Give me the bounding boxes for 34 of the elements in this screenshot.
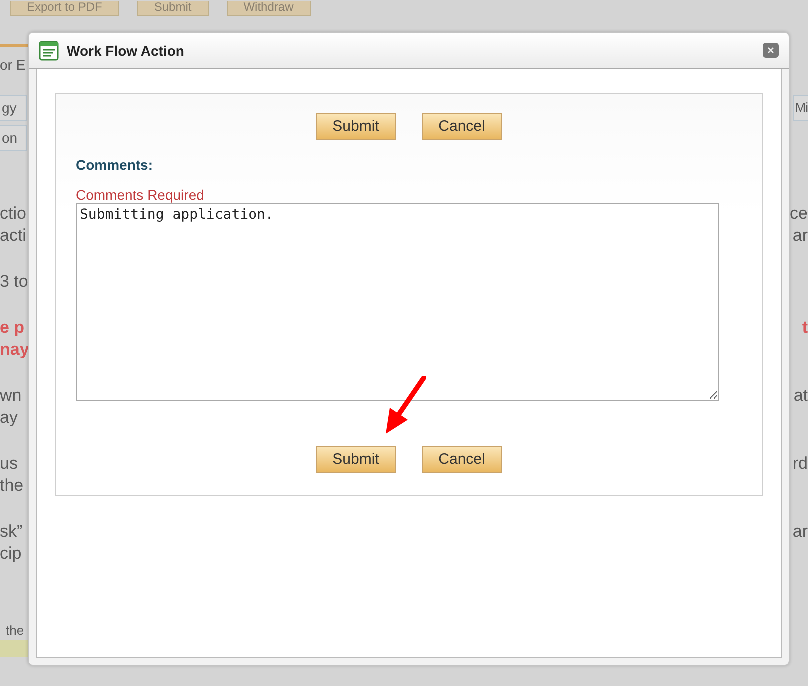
comments-label: Comments: xyxy=(76,157,154,173)
page-text: the xyxy=(0,475,24,497)
page-text: wn xyxy=(0,385,22,407)
page-text: at xyxy=(794,385,808,407)
section-heading: or E xyxy=(0,56,27,75)
dialog-button[interactable]: Submit xyxy=(316,446,396,473)
page-text: ay xyxy=(0,407,18,429)
page-text: ctio xyxy=(0,203,26,225)
required-note: Comments Required xyxy=(76,187,206,203)
dialog-title: Work Flow Action xyxy=(67,42,186,58)
page-text: nay xyxy=(0,339,30,361)
page-tab[interactable]: gy xyxy=(0,95,27,121)
comments-field[interactable]: Submitting application. xyxy=(76,203,719,401)
page-text: the xyxy=(6,623,24,638)
page-text: 3 to xyxy=(0,271,28,293)
page-text: us xyxy=(0,453,18,475)
dialog-button[interactable]: Cancel xyxy=(422,446,502,473)
page-text: acti xyxy=(0,225,26,247)
page-text: ce xyxy=(790,203,808,225)
page-text: ar xyxy=(792,225,808,247)
dialog-button[interactable]: Submit xyxy=(316,113,396,140)
form-icon xyxy=(39,40,59,60)
annotation-arrow xyxy=(384,376,428,436)
page-text: t xyxy=(802,317,808,339)
page-text: e p xyxy=(0,317,25,339)
footer-bar xyxy=(0,640,30,657)
page-tab[interactable]: on xyxy=(0,125,27,151)
dialog-button[interactable]: Cancel xyxy=(422,113,502,140)
page-text: rd xyxy=(792,453,808,475)
page-text: cip xyxy=(0,543,22,565)
page-text: ar xyxy=(792,521,808,543)
page-tab[interactable]: Mi xyxy=(793,95,808,121)
page-text: sk” xyxy=(0,521,23,543)
close-icon[interactable] xyxy=(763,43,779,58)
